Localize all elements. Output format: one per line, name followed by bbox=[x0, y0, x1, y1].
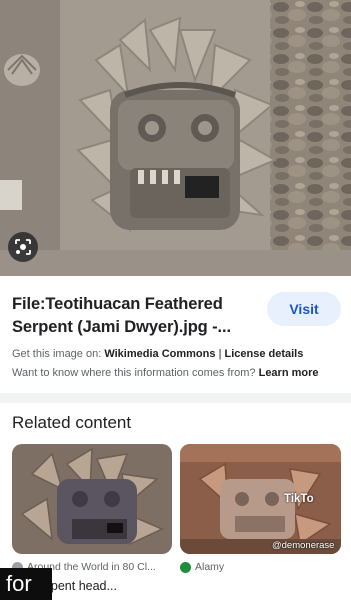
source-link[interactable]: Wikimedia Commons bbox=[104, 348, 215, 360]
lens-button[interactable] bbox=[8, 232, 38, 262]
related-card-2-source-name: Alamy bbox=[195, 561, 225, 573]
learn-more-link[interactable]: Learn more bbox=[259, 367, 319, 379]
get-image-label: Get this image on: bbox=[12, 348, 102, 360]
tiktok-username: @demonerase bbox=[272, 540, 335, 551]
license-details-link[interactable]: License details bbox=[224, 348, 303, 360]
alamy-icon bbox=[180, 561, 191, 573]
related-card-1-image[interactable] bbox=[12, 444, 172, 554]
tiktok-watermark: TikTo bbox=[284, 493, 314, 505]
for-overlay-label: for bbox=[0, 568, 52, 600]
separator: | bbox=[218, 348, 222, 360]
related-content-heading: Related content bbox=[12, 413, 132, 432]
visit-button[interactable]: Visit bbox=[267, 292, 341, 326]
related-card-2-image[interactable] bbox=[180, 444, 341, 554]
result-title[interactable]: File:Teotihuacan Feathered Serpent (Jami… bbox=[12, 293, 257, 339]
lens-icon bbox=[15, 239, 31, 255]
image-source-line: Get this image on: Wikimedia Commons | L… bbox=[12, 348, 303, 360]
info-question: Want to know where this information come… bbox=[12, 367, 256, 379]
hero-image[interactable] bbox=[0, 0, 351, 276]
info-source-line: Want to know where this information come… bbox=[12, 367, 319, 379]
section-divider bbox=[0, 393, 351, 403]
related-card-2-source: Alamy bbox=[180, 561, 224, 573]
